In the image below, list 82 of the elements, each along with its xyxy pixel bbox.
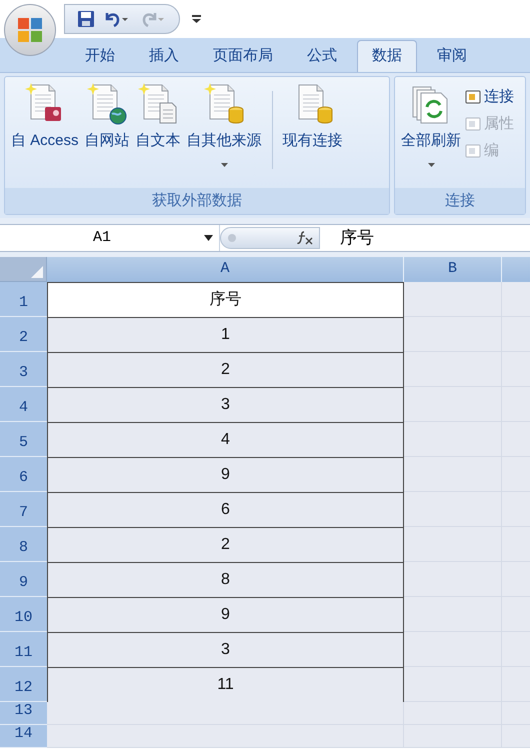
table-cell[interactable] — [47, 702, 404, 725]
row-header[interactable]: 11 — [0, 632, 47, 667]
column-header[interactable]: A — [47, 257, 404, 282]
ribbon-tab[interactable]: 数据 — [357, 40, 417, 72]
table-cell[interactable]: 2 — [47, 352, 404, 388]
table-cell[interactable] — [404, 422, 502, 457]
row-header[interactable]: 12 — [0, 667, 47, 702]
table-cell[interactable] — [404, 725, 502, 748]
ribbon-button[interactable]: 自 Access — [9, 83, 81, 181]
ribbon-small-button[interactable]: 连接 — [465, 85, 514, 109]
table-cell[interactable] — [404, 527, 502, 562]
ribbon-button[interactable]: 现有连接 — [280, 83, 345, 181]
text-file-icon — [138, 83, 178, 125]
table-cell[interactable] — [502, 725, 530, 748]
table-cell[interactable]: 2 — [47, 527, 404, 564]
ribbon-tab[interactable]: 页面布局 — [199, 40, 287, 72]
office-button[interactable] — [4, 4, 56, 56]
table-cell[interactable]: 9 — [47, 597, 404, 634]
table-cell[interactable] — [404, 387, 502, 422]
table-cell[interactable]: 9 — [47, 457, 404, 494]
table-cell[interactable] — [404, 667, 502, 702]
office-logo-icon — [17, 17, 43, 43]
table-cell[interactable] — [404, 597, 502, 632]
table-cell[interactable]: 1 — [47, 317, 404, 354]
database-file-icon — [204, 83, 244, 125]
ribbon-button[interactable]: 自其他来源 — [184, 83, 264, 181]
dropdown-caret-icon — [220, 163, 228, 167]
table-cell[interactable]: 4 — [47, 422, 404, 458]
column-header[interactable] — [502, 257, 530, 282]
row-header[interactable]: 13 — [0, 702, 47, 725]
dropdown-caret-icon — [428, 163, 434, 167]
save-icon[interactable] — [77, 10, 95, 28]
row-header[interactable]: 9 — [0, 562, 47, 597]
table-cell[interactable]: 8 — [47, 562, 404, 598]
row-header[interactable]: 14 — [0, 725, 47, 748]
undo-icon[interactable] — [103, 10, 129, 28]
ribbon-tab[interactable]: 公式 — [293, 40, 351, 72]
ribbon-tab[interactable]: 开始 — [71, 40, 129, 72]
row-header[interactable]: 3 — [0, 352, 47, 387]
select-all-corner[interactable] — [0, 257, 47, 282]
table-cell[interactable]: 序号 — [47, 282, 404, 318]
web-file-icon — [87, 83, 128, 125]
table-cell[interactable] — [404, 562, 502, 597]
row-header[interactable]: 7 — [0, 492, 47, 527]
small-document-icon — [465, 116, 481, 132]
column-header[interactable]: B — [404, 257, 502, 282]
row-header[interactable]: 8 — [0, 527, 47, 562]
row-header[interactable]: 4 — [0, 387, 47, 422]
row-header[interactable]: 1 — [0, 282, 47, 317]
table-cell[interactable] — [404, 702, 502, 725]
table-cell[interactable] — [404, 632, 502, 667]
small-document-icon — [465, 143, 481, 159]
group-label: 获取外部数据 — [5, 188, 389, 214]
formula-text[interactable]: 序号 — [340, 225, 374, 251]
table-cell[interactable]: 3 — [47, 387, 404, 424]
name-box[interactable]: A1 — [0, 226, 204, 250]
small-document-icon — [465, 89, 481, 105]
row-header[interactable]: 2 — [0, 317, 47, 352]
ribbon-button[interactable]: 自文本 — [134, 83, 183, 181]
table-cell[interactable] — [404, 352, 502, 387]
table-cell[interactable] — [404, 317, 502, 352]
customize-toolbar-icon[interactable] — [192, 14, 201, 24]
table-cell[interactable]: 3 — [47, 632, 404, 668]
row-header[interactable]: 6 — [0, 457, 47, 492]
corner-triangle-icon — [31, 266, 43, 278]
row-header[interactable]: 10 — [0, 597, 47, 632]
row-header[interactable]: 5 — [0, 422, 47, 457]
group-label: 连接 — [395, 188, 525, 214]
resize-handle-icon[interactable] — [227, 233, 237, 243]
table-cell[interactable] — [404, 282, 502, 317]
table-cell[interactable] — [404, 457, 502, 492]
ribbon-button[interactable]: 全部刷新 — [399, 83, 463, 181]
dropdown-caret-icon[interactable] — [204, 235, 213, 241]
table-cell[interactable]: 6 — [47, 492, 404, 528]
ribbon-button[interactable]: 自网站 — [82, 83, 132, 181]
table-cell[interactable] — [47, 725, 404, 748]
table-cell[interactable]: 11 — [47, 667, 404, 704]
table-cell[interactable] — [502, 282, 530, 317]
ribbon-tab[interactable]: 审阅 — [423, 40, 481, 72]
table-cell[interactable] — [404, 492, 502, 527]
ribbon-tab[interactable]: 插入 — [135, 40, 193, 72]
insert-function-icon[interactable] — [297, 231, 313, 245]
